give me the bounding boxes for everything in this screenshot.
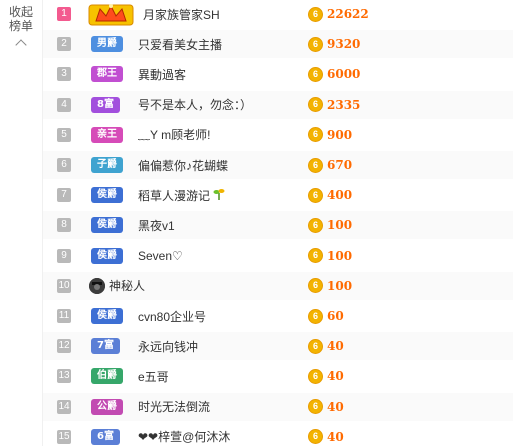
rank-row[interactable]: 10 神秘人 6 100 bbox=[43, 271, 513, 300]
coin-icon: 6 bbox=[308, 157, 323, 173]
contribution-score: 400 bbox=[327, 188, 353, 203]
rank-row[interactable]: 7 侯爵 稻草人漫游记 6 400 bbox=[43, 181, 513, 209]
user-nickname[interactable]: 月家族管家SH bbox=[143, 6, 220, 23]
chevron-up-icon bbox=[15, 39, 27, 51]
collapse-ranking-label: 收起榜单 bbox=[8, 5, 33, 33]
rank-title-badge: 7富 bbox=[91, 338, 120, 355]
user-nickname[interactable]: Seven♡ bbox=[138, 249, 183, 263]
rank-row[interactable]: 11 侯爵 cvn80企业号 6 60 bbox=[43, 302, 513, 330]
coin-icon: 6 bbox=[308, 6, 323, 22]
rank-title-badge: 8富 bbox=[91, 96, 120, 113]
user-nickname[interactable]: cvn80企业号 bbox=[138, 308, 206, 325]
rank-number: 10 bbox=[57, 278, 71, 293]
rank-title-badge: 公爵 bbox=[91, 398, 123, 415]
rank-number: 11 bbox=[57, 309, 71, 323]
rank-title-badge: 侯爵 bbox=[91, 187, 123, 204]
rank-number: 3 bbox=[57, 67, 71, 82]
user-nickname[interactable]: 稻草人漫游记 bbox=[138, 189, 210, 203]
user-nickname[interactable]: ❤❤梓萱@何沐沐 bbox=[138, 428, 230, 445]
coin-icon: 6 bbox=[308, 248, 323, 264]
contribution-score: 22622 bbox=[327, 7, 369, 21]
rank-number: 9 bbox=[57, 248, 71, 263]
contribution-score: 40 bbox=[327, 399, 344, 414]
mystery-person-icon bbox=[89, 277, 105, 294]
crown-badge-icon bbox=[88, 1, 134, 27]
rank-title-badge: 郡王 bbox=[91, 66, 123, 83]
rank-row[interactable]: 3 郡王 異動過客 6 6000 bbox=[43, 60, 513, 88]
rank-number: 1 bbox=[57, 7, 71, 21]
rank-title-badge: 侯爵 bbox=[91, 217, 123, 234]
user-nickname[interactable]: 永远向钱冲 bbox=[138, 338, 198, 355]
rank-row[interactable]: 6 子爵 偏偏惹你♪花蝴蝶 6 670 bbox=[43, 151, 513, 179]
user-nickname[interactable]: 神秘人 bbox=[109, 277, 145, 294]
contribution-score: 100 bbox=[327, 278, 353, 293]
user-nickname[interactable]: 黑夜v1 bbox=[138, 217, 175, 234]
rank-number: 8 bbox=[57, 218, 71, 233]
contribution-score: 9320 bbox=[327, 37, 361, 52]
contribution-score: 100 bbox=[327, 218, 353, 233]
coin-icon: 6 bbox=[308, 399, 323, 415]
rank-number: 4 bbox=[57, 97, 71, 112]
rank-row[interactable]: 2 男爵 只爱看美女主播 6 9320 bbox=[43, 30, 513, 59]
rank-row[interactable]: 8 侯爵 黑夜v1 6 100 bbox=[43, 211, 513, 240]
rank-title-badge: 亲王 bbox=[91, 126, 123, 143]
coin-icon: 6 bbox=[308, 187, 323, 203]
user-nickname[interactable]: 只爱看美女主播 bbox=[138, 36, 222, 53]
sprout-icon bbox=[212, 186, 226, 205]
rank-row[interactable]: 15 6富 ❤❤梓萱@何沐沐 6 40 bbox=[43, 423, 513, 446]
ranking-list: 1 月家族管家SH 6 22622 2 男爵 只爱看美女主播 6 9320 3 郡王 異動過客 6 600… bbox=[43, 0, 513, 446]
rank-number: 5 bbox=[57, 127, 71, 142]
rank-row[interactable]: 5 亲王 ﹏Y m顾老师! 6 900 bbox=[43, 121, 513, 149]
rank-row[interactable]: 4 8富 号不是本人，勿念：） 6 2335 bbox=[43, 90, 513, 119]
contribution-score: 60 bbox=[327, 309, 344, 323]
rank-number: 6 bbox=[57, 158, 71, 172]
rank-number: 12 bbox=[57, 339, 71, 354]
user-nickname[interactable]: 时光无法倒流 bbox=[138, 398, 210, 415]
rank-title-badge: 侯爵 bbox=[91, 247, 123, 264]
rank-number: 14 bbox=[57, 399, 71, 414]
contribution-score: 670 bbox=[327, 158, 353, 172]
coin-icon: 6 bbox=[308, 278, 323, 294]
rank-number: 7 bbox=[57, 188, 71, 203]
coin-icon: 6 bbox=[308, 429, 323, 445]
user-nickname[interactable]: 号不是本人，勿念：） bbox=[138, 96, 252, 113]
rank-number: 15 bbox=[57, 429, 71, 444]
coin-icon: 6 bbox=[308, 338, 323, 354]
rank-title-badge: 伯爵 bbox=[91, 368, 123, 385]
user-nickname[interactable]: 偏偏惹你♪花蝴蝶 bbox=[138, 157, 228, 174]
rank-number: 2 bbox=[57, 37, 71, 52]
rank-row[interactable]: 12 7富 永远向钱冲 6 40 bbox=[43, 332, 513, 361]
coin-icon: 6 bbox=[308, 127, 323, 143]
user-nickname[interactable]: e五哥 bbox=[138, 368, 169, 385]
contribution-score: 2335 bbox=[327, 97, 361, 112]
coin-icon: 6 bbox=[308, 368, 323, 384]
contribution-score: 40 bbox=[327, 429, 344, 444]
rank-row[interactable]: 9 侯爵 Seven♡ 6 100 bbox=[43, 242, 513, 270]
contribution-score: 40 bbox=[327, 339, 344, 354]
user-nickname[interactable]: ﹏Y m顾老师! bbox=[138, 126, 210, 143]
contribution-score: 100 bbox=[327, 248, 353, 263]
contribution-score: 900 bbox=[327, 127, 353, 142]
contribution-score: 6000 bbox=[327, 67, 361, 82]
rank-title-badge: 子爵 bbox=[91, 157, 123, 173]
coin-icon: 6 bbox=[308, 217, 323, 233]
coin-icon: 6 bbox=[308, 308, 323, 324]
coin-icon: 6 bbox=[308, 66, 323, 82]
coin-icon: 6 bbox=[308, 36, 323, 52]
rank-row[interactable]: 14 公爵 时光无法倒流 6 40 bbox=[43, 392, 513, 421]
rank-row[interactable]: 1 月家族管家SH 6 22622 bbox=[43, 0, 513, 28]
rank-number: 13 bbox=[57, 369, 71, 384]
rank-title-badge: 6富 bbox=[91, 428, 120, 445]
contribution-score: 40 bbox=[327, 369, 344, 384]
user-nickname[interactable]: 異動過客 bbox=[138, 66, 186, 83]
coin-icon: 6 bbox=[308, 97, 323, 113]
collapse-ranking-button[interactable]: 收起榜单 bbox=[0, 0, 42, 446]
rank-title-badge: 侯爵 bbox=[91, 308, 123, 324]
rank-row[interactable]: 13 伯爵 e五哥 6 40 bbox=[43, 362, 513, 390]
rank-title-badge: 男爵 bbox=[91, 36, 123, 53]
